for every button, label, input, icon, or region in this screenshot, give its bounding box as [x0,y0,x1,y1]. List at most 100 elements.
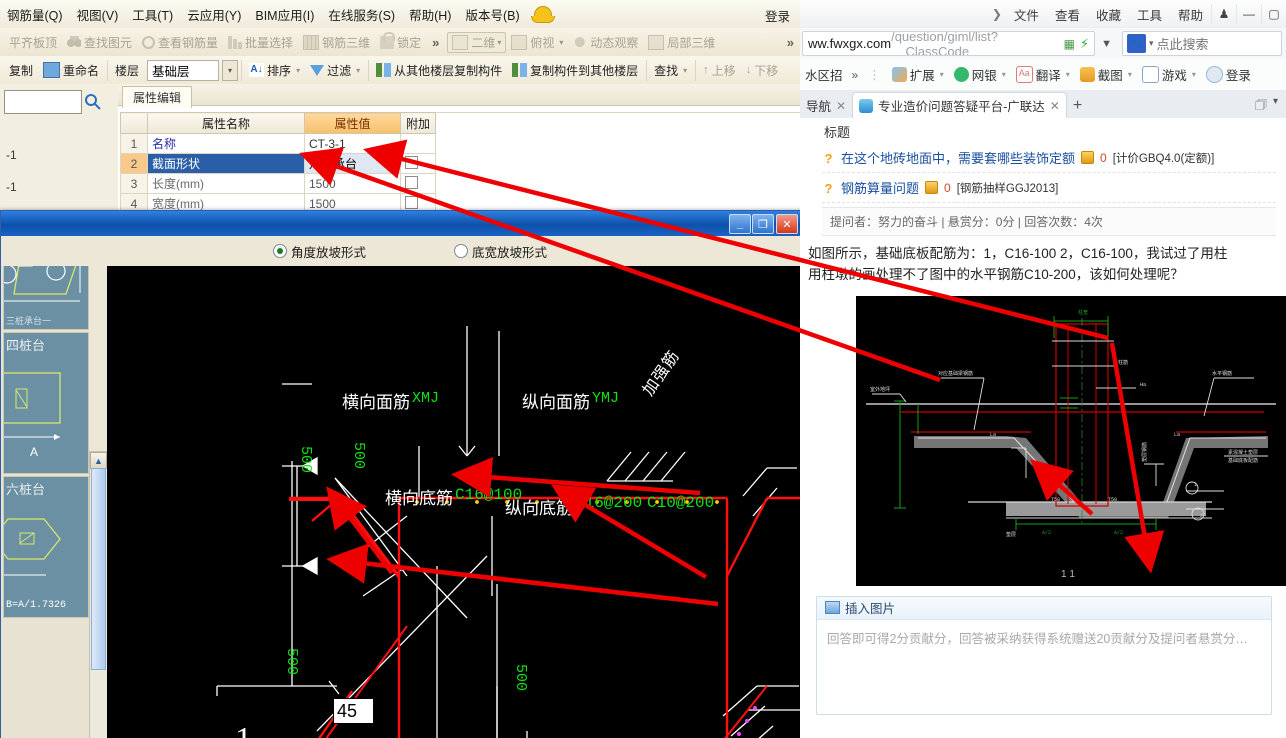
bookmark-translate[interactable]: Aa 翻译 ▾ [1011,65,1075,84]
chevron-down-icon[interactable]: ▾ [1192,70,1196,79]
restore-tab-icon[interactable]: 🗇 [1255,96,1267,118]
list-item[interactable]: 六桩台 B=A/1.7326 [3,476,89,618]
question-title[interactable]: 钢筋算量问题 [841,178,919,197]
table-row[interactable]: 3 长度(mm) 1500 [120,173,436,194]
browser-menu-tools[interactable]: 工具 [1129,3,1170,26]
toolbar-button-shangyi[interactable]: ↑ 上移 [695,59,741,81]
toolbar-button-chakangangjinliang[interactable]: 查看钢筋量 [137,32,223,53]
chevron-right-icon[interactable]: ❯ [988,7,1006,21]
bookmarks-overflow-chevron[interactable]: » [848,68,863,82]
toolbar-button-copy-to-layer[interactable]: 复制构件到其他楼层 [507,60,643,81]
tab-attribute-edit[interactable]: 属性编辑 [122,86,193,108]
toolbar-button-zhongmingming[interactable]: 重命名 [38,60,104,81]
dialog-minimize-button[interactable]: _ [729,214,751,234]
tab-gld-qa[interactable]: 专业造价问题答疑平台-广联达 ✕ [852,92,1067,118]
browser-menu-view[interactable]: 查看 [1047,3,1088,26]
browser-menu-file[interactable]: 文件 [1006,3,1047,26]
scroll-up-button[interactable]: ▲ [90,452,107,469]
layer-select[interactable]: 基础层 [147,59,220,81]
menu-item-bim[interactable]: BIM应用(I) [248,2,321,27]
bookmark-games[interactable]: 游戏 ▾ [1137,65,1201,84]
lightning-icon[interactable]: ⚡ [1080,36,1089,52]
url-input[interactable]: ww.fwxgx.com/question/giml/list?__ClassC… [802,31,1096,56]
browser-search-input[interactable]: 🐾 ▾ 点此搜索 [1122,31,1282,56]
browser-menu-favorites[interactable]: 收藏 [1088,3,1129,26]
radio-width-slope[interactable]: 底宽放坡形式 [454,242,547,261]
toolbar-button-pingqibanding[interactable]: 平齐板顶 [4,32,62,53]
toolbar-button-dongtaiguancha[interactable]: 动态观察 [568,32,643,53]
table-row[interactable]: 2 截面形状 矩形承台 [120,153,436,174]
bookmark-shuiqu[interactable]: 水区招 [800,65,848,84]
row-property-value[interactable]: 1500 [304,173,401,194]
toolbar-button-jubusanwei[interactable]: 局部三维 [643,32,720,53]
chevron-down-icon[interactable]: ▾ [1273,96,1278,118]
close-icon[interactable]: ✕ [836,99,846,113]
bookmark-screenshot[interactable]: 截图 ▾ [1075,65,1137,84]
menu-item-banbenhao[interactable]: 版本号(B) [458,2,526,27]
tree-item-2[interactable]: -1 [6,180,17,194]
chevron-down-icon[interactable]: ▾ [559,38,563,47]
checkbox[interactable] [405,155,418,169]
browser-menu-help[interactable]: 帮助 [1170,3,1211,26]
row-extra[interactable] [400,153,436,174]
menu-item-gangjinliang[interactable]: 钢筋量(Q) [0,2,70,27]
browser-minimize-button[interactable]: — [1236,4,1261,24]
insert-image-label[interactable]: 插入图片 [845,598,895,617]
close-icon[interactable]: ✕ [1050,99,1060,113]
chevron-down-icon[interactable]: ▾ [940,70,944,79]
toolbar-button-chazhaotuyuan[interactable]: 查找图元 [62,32,137,53]
search-icon[interactable] [84,93,102,111]
question-image[interactable]: 对应基础梁钢筋 水平钢筋 室外地坪 垫层钢筋 素混凝土垫层 基础底板配筋 垫层 … [856,295,1286,586]
toolbar-button-fuzhi[interactable]: 复制 [4,60,38,81]
browser-user-icon[interactable]: ♟ [1211,4,1236,24]
view-mode-label[interactable]: 二维 [471,34,495,51]
menu-item-zaixianfuwu[interactable]: 在线服务(S) [321,2,402,27]
row-property-value[interactable]: 矩形承台 [304,153,401,174]
chevron-down-icon[interactable]: ▾ [1128,70,1132,79]
toolbar-button-xiayi[interactable]: ↓ 下移 [741,60,784,81]
new-tab-button[interactable]: + [1067,93,1088,118]
chevron-down-icon[interactable]: ▾ [356,66,360,75]
chevron-down-icon[interactable]: ▾ [683,66,687,75]
thumbnail-scrollbar[interactable]: ▲ ▼ [89,451,108,738]
row-extra[interactable] [400,133,436,154]
menu-item-shitu[interactable]: 视图(V) [70,2,126,27]
toolbar-button-gangjinsanwei[interactable]: 钢筋三维 [298,32,375,53]
toolbar-button-copy-from-layer[interactable]: 从其他楼层复制构件 [368,59,507,81]
chevron-down-icon[interactable]: ▾ [1002,70,1006,79]
chevron-down-icon[interactable]: ▾ [296,66,300,75]
checkbox[interactable] [405,175,418,189]
list-item[interactable]: ? 钢筋算量问题 0 [钢筋抽样GGJ2013] [822,173,1276,203]
table-row[interactable]: 1 名称 CT-3-1 [120,133,436,154]
bookmark-login[interactable]: 登录 [1201,65,1256,84]
list-item[interactable]: 三桩承台一 [3,266,89,330]
search-input[interactable] [4,90,82,114]
list-item[interactable]: 四桩台 A [3,332,89,474]
toolbar-button-chazhao[interactable]: 查找 ▾ [646,59,692,81]
helmet-icon[interactable] [530,4,555,24]
toolbar-overflow-chevron-right[interactable]: » [781,35,800,50]
toolbar-button-suoding[interactable]: 锁定 [375,31,426,53]
layer-select-chevron-down-icon[interactable]: ▾ [222,59,239,81]
menu-item-yunyingyong[interactable]: 云应用(Y) [180,2,248,27]
question-title[interactable]: 在这个地砖地面中，需要套哪些装饰定额 [841,148,1075,167]
qrcode-icon[interactable]: ▦ [1064,37,1075,51]
shape-thumbnail-list[interactable]: 三桩承台一 四桩台 A 六桩台 B=A/1.7326 [1,266,89,738]
chevron-down-icon[interactable]: ▾ [1066,70,1070,79]
toolbar-button-fushi[interactable]: 俯视 ▾ [506,32,568,53]
tab-navigation[interactable]: 导航 ✕ [800,93,852,118]
menu-item-gongju[interactable]: 工具(T) [125,2,180,27]
menu-item-bangzhu[interactable]: 帮助(H) [402,2,458,27]
chevron-down-icon[interactable]: ▾ [1149,38,1154,49]
browser-maximize-button[interactable]: ▢ [1261,4,1286,24]
toolbar-button-guolv[interactable]: 过滤 ▾ [305,60,365,81]
insert-image-icon[interactable] [825,601,840,615]
toolbar-button-paixu[interactable]: A↓ 排序 ▾ [241,59,305,81]
radio-angle-slope[interactable]: 角度放坡形式 [273,242,366,261]
toolbar-button-piliangxuanze[interactable]: 批量选择 [223,32,298,53]
tree-item-1[interactable]: -1 [6,148,17,162]
row-extra[interactable] [400,173,436,194]
chevron-down-icon[interactable]: ▾ [497,38,501,47]
toolbar-overflow-chevron[interactable]: » [426,35,445,50]
checkbox[interactable] [405,195,418,209]
